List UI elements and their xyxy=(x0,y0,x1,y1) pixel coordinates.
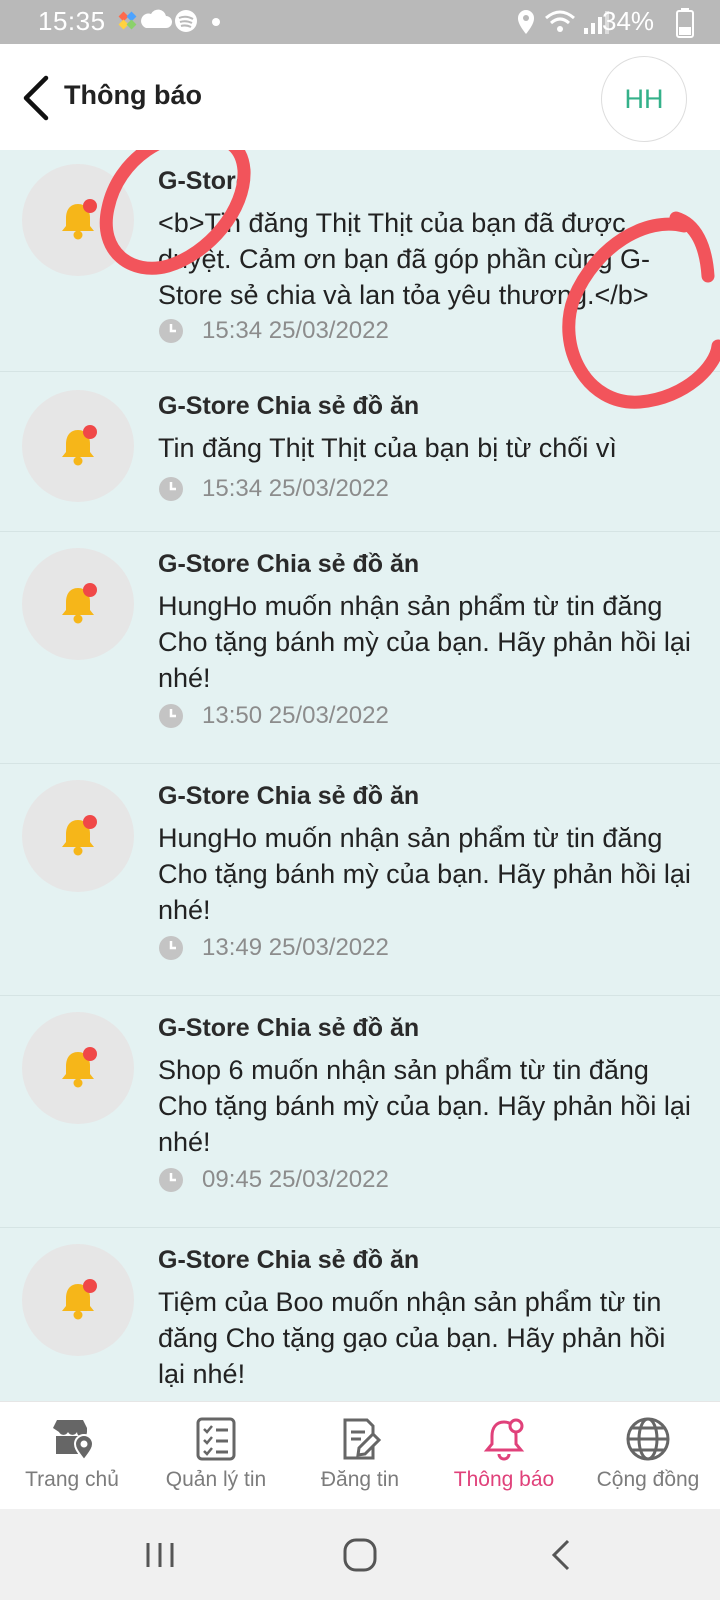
notification-title: G-Store Chia sẻ đồ ăn xyxy=(158,782,420,810)
nav-item-home[interactable]: Trang chủ xyxy=(0,1402,144,1510)
notification-item[interactable]: G-Store Chia sẻ đồ ăn Tiệm của Boo muốn … xyxy=(0,1228,720,1401)
notification-body: Tiệm của Boo muốn nhận sản phẩm từ tin đ… xyxy=(158,1287,666,1389)
nav-label-post: Đăng tin xyxy=(320,1468,400,1491)
notification-body: Shop 6 muốn nhận sản phẩm từ tin đăng Ch… xyxy=(158,1055,691,1157)
status-bar: 15:35 34% xyxy=(0,0,720,44)
notification-time-text: 15:34 25/03/2022 xyxy=(202,475,389,502)
notification-time: 13:50 25/03/2022 xyxy=(158,702,389,730)
bell-icon xyxy=(483,1418,525,1461)
back-arrow-icon[interactable] xyxy=(18,74,52,122)
app-header: Thông báo HH xyxy=(0,44,720,150)
system-nav-bar xyxy=(0,1509,720,1600)
notification-body: <b>Tin đăng Thịt Thịt của bạn đã được du… xyxy=(158,208,651,310)
notification-avatar xyxy=(22,1244,134,1356)
notification-time: 15:34 25/03/2022 xyxy=(158,475,389,503)
notification-item[interactable]: G-Store Chia sẻ đồ ăn HungHo muốn nhận s… xyxy=(0,764,720,996)
notification-title: G-Store xyxy=(158,167,250,195)
nav-label-community: Cộng đồng xyxy=(596,1468,700,1491)
notification-status-icons xyxy=(118,9,220,32)
bell-icon xyxy=(62,815,97,856)
bell-icon xyxy=(62,425,97,466)
notification-title: G-Store Chia sẻ đồ ăn xyxy=(158,1246,420,1274)
notification-title: G-Store Chia sẻ đồ ăn xyxy=(158,1014,420,1042)
page-title: Thông báo xyxy=(64,80,202,110)
notification-avatar xyxy=(22,164,134,276)
notification-time: 13:49 25/03/2022 xyxy=(158,934,389,962)
nav-label-notifications: Thông báo xyxy=(453,1468,555,1491)
status-time: 15:35 xyxy=(38,6,106,36)
nav-label-home: Trang chủ xyxy=(25,1468,119,1491)
nav-item-notifications[interactable]: Thông báo xyxy=(432,1402,576,1510)
edit-document-icon xyxy=(343,1418,382,1460)
notification-avatar xyxy=(22,390,134,502)
bell-icon xyxy=(62,1279,97,1320)
recent-apps-icon[interactable] xyxy=(138,1533,182,1577)
checklist-icon xyxy=(196,1417,236,1461)
back-icon[interactable] xyxy=(540,1533,584,1577)
notification-time: 15:34 25/03/2022 xyxy=(158,317,389,345)
clock-icon xyxy=(159,704,183,728)
notification-list: G-Store <b>Tin đăng Thịt Thịt của bạn đã… xyxy=(0,150,720,1401)
battery-percent: 34% xyxy=(602,6,655,36)
notification-time-text: 15:34 25/03/2022 xyxy=(202,317,389,344)
notification-body: HungHo muốn nhận sản phẩm từ tin đăng Ch… xyxy=(158,823,691,925)
notification-item[interactable]: G-Store Chia sẻ đồ ăn HungHo muốn nhận s… xyxy=(0,532,720,764)
clock-icon xyxy=(159,936,183,960)
notification-time-text: 13:49 25/03/2022 xyxy=(202,934,389,961)
store-location-icon xyxy=(53,1420,95,1462)
notification-body: HungHo muốn nhận sản phẩm từ tin đăng Ch… xyxy=(158,591,691,693)
notification-time: 09:45 25/03/2022 xyxy=(158,1166,389,1194)
notification-avatar xyxy=(22,1012,134,1124)
notification-item[interactable]: G-Store Chia sẻ đồ ăn Tin đăng Thịt Thịt… xyxy=(0,372,720,532)
clock-icon xyxy=(159,319,183,343)
notification-title: G-Store Chia sẻ đồ ăn xyxy=(158,392,420,420)
notification-item[interactable]: G-Store Chia sẻ đồ ăn Shop 6 muốn nhận s… xyxy=(0,996,720,1228)
nav-item-community[interactable]: Cộng đồng xyxy=(576,1402,720,1510)
bottom-nav: Trang chủ Quản lý tin Đăng tin Thông báo xyxy=(0,1401,720,1509)
nav-item-post[interactable]: Đăng tin xyxy=(288,1402,432,1510)
avatar[interactable]: HH xyxy=(601,56,687,142)
notification-title: G-Store Chia sẻ đồ ăn xyxy=(158,550,420,578)
notification-time-text: 13:50 25/03/2022 xyxy=(202,702,389,729)
battery-icon xyxy=(676,8,694,38)
nav-label-manage-posts: Quản lý tin xyxy=(165,1468,267,1491)
nav-item-manage-posts[interactable]: Quản lý tin xyxy=(144,1402,288,1510)
notification-time-text: 09:45 25/03/2022 xyxy=(202,1166,389,1193)
globe-icon xyxy=(626,1417,670,1461)
clock-icon xyxy=(159,1168,183,1192)
bell-icon xyxy=(62,199,97,240)
clock-icon xyxy=(159,477,183,501)
bell-icon xyxy=(62,583,97,624)
notification-avatar xyxy=(22,780,134,892)
notification-item[interactable]: G-Store <b>Tin đăng Thịt Thịt của bạn đã… xyxy=(0,150,720,372)
bell-icon xyxy=(62,1047,97,1088)
notification-avatar xyxy=(22,548,134,660)
notification-body: Tin đăng Thịt Thịt của bạn bị từ chối vì xyxy=(158,433,617,463)
home-icon[interactable] xyxy=(338,1533,382,1577)
